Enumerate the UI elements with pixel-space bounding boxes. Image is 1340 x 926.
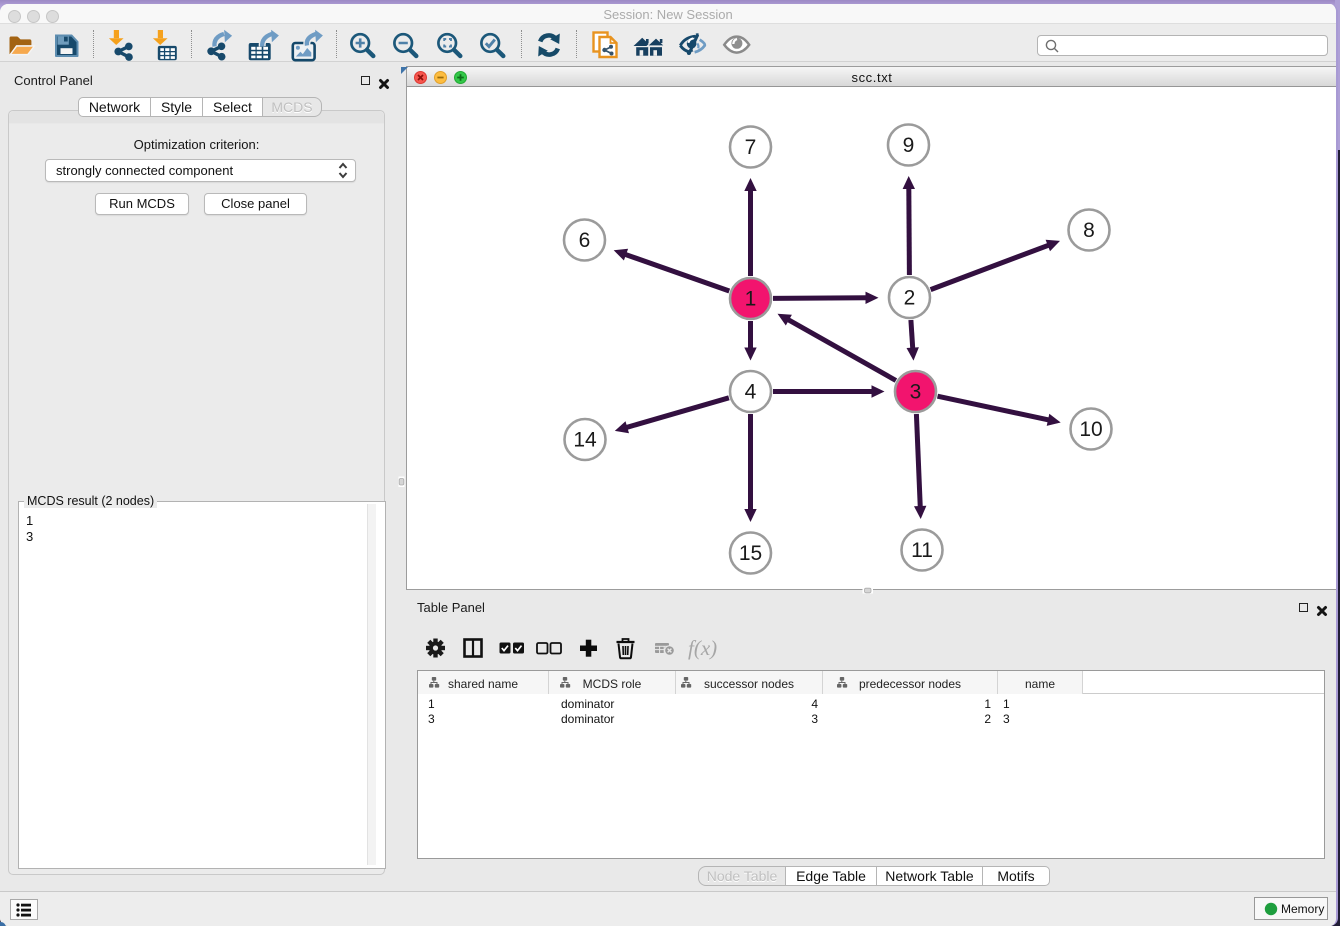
svg-text:15: 15 — [739, 542, 762, 565]
svg-text:6: 6 — [579, 229, 591, 252]
svg-text:7: 7 — [745, 136, 757, 159]
svg-text:9: 9 — [903, 134, 915, 157]
svg-text:4: 4 — [745, 381, 757, 404]
svg-text:f(x): f(x) — [688, 636, 717, 660]
svg-text:10: 10 — [1079, 418, 1102, 441]
svg-text:11: 11 — [911, 539, 933, 562]
svg-text:8: 8 — [1083, 219, 1095, 242]
svg-text:1: 1 — [745, 288, 757, 311]
svg-text:2: 2 — [904, 287, 916, 310]
svg-text:3: 3 — [910, 381, 922, 404]
svg-text:14: 14 — [573, 429, 597, 452]
